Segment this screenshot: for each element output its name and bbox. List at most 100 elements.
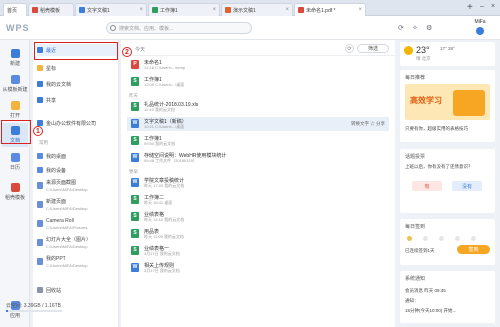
checkin-dot bbox=[439, 236, 444, 241]
cloud-space-bar bbox=[6, 310, 62, 312]
tab-pdf[interactable]: 未命名1.pdf * × bbox=[294, 3, 366, 16]
folder-path: C:\Users\MiFA\Desktop bbox=[46, 243, 88, 249]
pinned-folder[interactable]: 幻灯片大全（图片） C:\Users\MiFA\Desktop bbox=[37, 237, 117, 252]
file-row[interactable]: S 礼品统计-2018.03.19.xls 11:45 我的云文档 bbox=[127, 100, 389, 114]
tab-label: 稻壳模板 bbox=[40, 7, 61, 14]
promo-banner[interactable]: 高效学习 bbox=[405, 84, 490, 120]
sidebar-item-label: 我的设备 bbox=[46, 167, 67, 174]
file-row[interactable]: S 用品表 昨天 11:09 我的云文档 bbox=[127, 227, 389, 241]
nav-from-template[interactable]: 从模板新建 bbox=[2, 72, 28, 96]
file-row[interactable]: S 工作簿1 09:50 我的云文档 bbox=[127, 134, 389, 148]
tab-label: 首页 bbox=[7, 7, 18, 14]
file-type-icon: S bbox=[131, 102, 139, 111]
vote-yes-button[interactable]: 有 bbox=[412, 181, 442, 191]
checkin-button[interactable]: 签到 bbox=[457, 245, 490, 254]
file-meta: 昨天 14:12 我的云文档 bbox=[144, 217, 185, 222]
spreadsheet-icon bbox=[152, 7, 158, 13]
close-icon[interactable]: × bbox=[358, 7, 362, 13]
search-icon bbox=[110, 25, 116, 31]
file-row[interactable]: W 学院文章投稿统计 昨天 17:03 我的云文档 bbox=[127, 176, 389, 190]
group-label: 今天 bbox=[135, 47, 146, 53]
file-row[interactable]: S 工作簿二 昨天 16:41 桌面 bbox=[127, 193, 389, 207]
search-input[interactable]: 搜索文档、应用、模板... bbox=[106, 22, 252, 34]
cloud-space-fill bbox=[6, 310, 8, 312]
card-title: 系统通知 bbox=[405, 276, 426, 282]
weather-widget[interactable]: 23° 17° 28° 晴 北京 bbox=[400, 42, 495, 66]
sidebar-item-device[interactable]: 我的设备 bbox=[37, 164, 117, 176]
close-icon[interactable]: × bbox=[212, 7, 216, 13]
filter-button[interactable]: 筛选 bbox=[357, 44, 389, 53]
group-label: 更早 bbox=[129, 169, 138, 174]
file-type-icon: W bbox=[131, 153, 139, 162]
folder-path: C:\Users\MiFA\Desktop bbox=[46, 262, 88, 268]
sidebar-item-shared[interactable]: 共享 bbox=[37, 94, 117, 106]
user-account[interactable]: MiFa bbox=[463, 19, 497, 39]
close-icon[interactable]: × bbox=[285, 7, 289, 13]
card-title: 话题投票 bbox=[405, 154, 426, 160]
nav-docer[interactable]: 稻壳模板 bbox=[2, 180, 28, 204]
file-row[interactable]: W 相关上传规则 3月17日 我的云文档 bbox=[127, 261, 389, 275]
cloud-space-label: 云空间: 3.39GB / 1.16TB bbox=[6, 303, 62, 309]
pinned-folder[interactable]: Camera Roll C:\Users\MiFA\Pictures bbox=[37, 218, 117, 233]
sync-icon[interactable]: ⟳ bbox=[398, 24, 404, 32]
notification-card[interactable]: 系统通知 会员消息 昨天 09:45 通知： 15分钟(今天10:00) 开始.… bbox=[400, 271, 495, 323]
checkin-progress bbox=[405, 236, 490, 242]
sidebar-item-label: 我的云文档 bbox=[46, 81, 72, 88]
nav-new[interactable]: 新建 bbox=[2, 46, 28, 70]
sidebar-item-cloud[interactable]: 我的云文档 bbox=[37, 78, 117, 90]
skin-icon[interactable]: ✧ bbox=[412, 24, 418, 32]
file-type-icon: S bbox=[131, 246, 139, 255]
file-meta: 昨天 16:41 桌面 bbox=[144, 200, 173, 205]
pinned-folder[interactable]: 来源页面截图 C:\Users\MiFA\Desktop bbox=[37, 180, 117, 195]
recommend-card[interactable]: 每日推荐 高效学习 只要有你，超级实用的表格技巧 bbox=[400, 70, 495, 142]
file-meta: 12:09 C:\Users\...\桌面 bbox=[144, 82, 185, 87]
share-icon bbox=[37, 97, 43, 103]
checkin-card: 每日签到 已连续签到1天 签到 bbox=[400, 219, 495, 265]
file-type-icon: S bbox=[131, 77, 139, 86]
file-row[interactable]: W 文字文稿1（新稿） 10:21 C:\Users\...\桌面 转换文字 ☆ 分享 bbox=[127, 117, 389, 131]
app-logo: WPS bbox=[6, 23, 30, 33]
file-row[interactable]: S 工作簿1 12:09 C:\Users\...\桌面 bbox=[127, 75, 389, 89]
weather-range: 17° 28° bbox=[440, 46, 455, 51]
filter-label: 筛选 bbox=[367, 46, 378, 52]
tab-writer[interactable]: 文字文稿1 × bbox=[75, 3, 147, 16]
top-bar: WPS 搜索文档、应用、模板... ⟳ ✧ ⚙ MiFa bbox=[0, 16, 500, 40]
folder-icon bbox=[37, 182, 43, 189]
file-row[interactable]: S 业绩表格一 3月17日 我的云文档 bbox=[127, 244, 389, 258]
section-label: 常用 bbox=[39, 140, 48, 145]
sidebar-item-desktop[interactable]: 我的桌面 bbox=[37, 150, 117, 162]
tab-presentation[interactable]: 演示文稿1 × bbox=[221, 3, 293, 16]
file-row[interactable]: S 业绩表格 昨天 14:12 我的云文档 bbox=[127, 210, 389, 224]
file-meta: 3月17日 我的云文档 bbox=[144, 268, 180, 273]
tab-spreadsheet[interactable]: 工作簿1 × bbox=[148, 3, 220, 16]
file-meta: 11:45 我的云文档 bbox=[144, 107, 175, 112]
folder-name: 我的PPT bbox=[46, 256, 66, 262]
close-icon[interactable]: × bbox=[139, 7, 143, 13]
folder-icon bbox=[10, 101, 20, 110]
tab-docer[interactable]: 稻壳模板 bbox=[28, 3, 74, 16]
tab-home[interactable]: 首页 bbox=[3, 3, 27, 16]
pinned-folder[interactable]: 新建页面 C:\Users\MiFA\Desktop bbox=[37, 199, 117, 214]
sidebar-item-recycle[interactable]: 回收站 bbox=[37, 284, 117, 296]
minimize-icon[interactable]: – bbox=[480, 3, 484, 10]
nav-calendar[interactable]: 日历 bbox=[2, 150, 28, 174]
refresh-button[interactable]: ⟳ bbox=[345, 44, 354, 53]
folder-icon bbox=[37, 258, 43, 265]
card-title: 每日推荐 bbox=[405, 75, 426, 81]
new-tab-button[interactable]: + bbox=[467, 2, 473, 13]
vote-no-button[interactable]: 没有 bbox=[452, 181, 482, 191]
sidebar-item-label: 星标 bbox=[46, 65, 57, 72]
settings-icon[interactable]: ⚙ bbox=[426, 24, 432, 32]
tab-label: 文字文稿1 bbox=[87, 7, 110, 14]
close-window-icon[interactable]: × bbox=[491, 3, 495, 10]
nav-open[interactable]: 打开 bbox=[2, 98, 28, 122]
pinned-folder[interactable]: 我的PPT C:\Users\MiFA\Desktop bbox=[37, 256, 117, 271]
file-row[interactable]: P 未命名1 12:18 C:\Users\...\temp bbox=[127, 58, 389, 72]
tab-label: 演示文稿1 bbox=[233, 7, 256, 14]
sidebar-item-company[interactable]: 金山办公软件有限公司 bbox=[37, 117, 117, 129]
file-row[interactable]: W 存储空间说明：WebHR使用模块统计 09:48 工作文件（20180319） bbox=[127, 151, 389, 165]
file-actions[interactable]: 转换文字 ☆ 分享 bbox=[351, 121, 385, 127]
sidebar-item-starred[interactable]: 星标 bbox=[37, 62, 117, 74]
tab-bar: 首页 稻壳模板 文字文稿1 × 工作簿1 × 演示文稿1 × 未命名1.pdf … bbox=[0, 0, 500, 16]
file-meta: 昨天 11:09 我的云文档 bbox=[144, 234, 184, 239]
